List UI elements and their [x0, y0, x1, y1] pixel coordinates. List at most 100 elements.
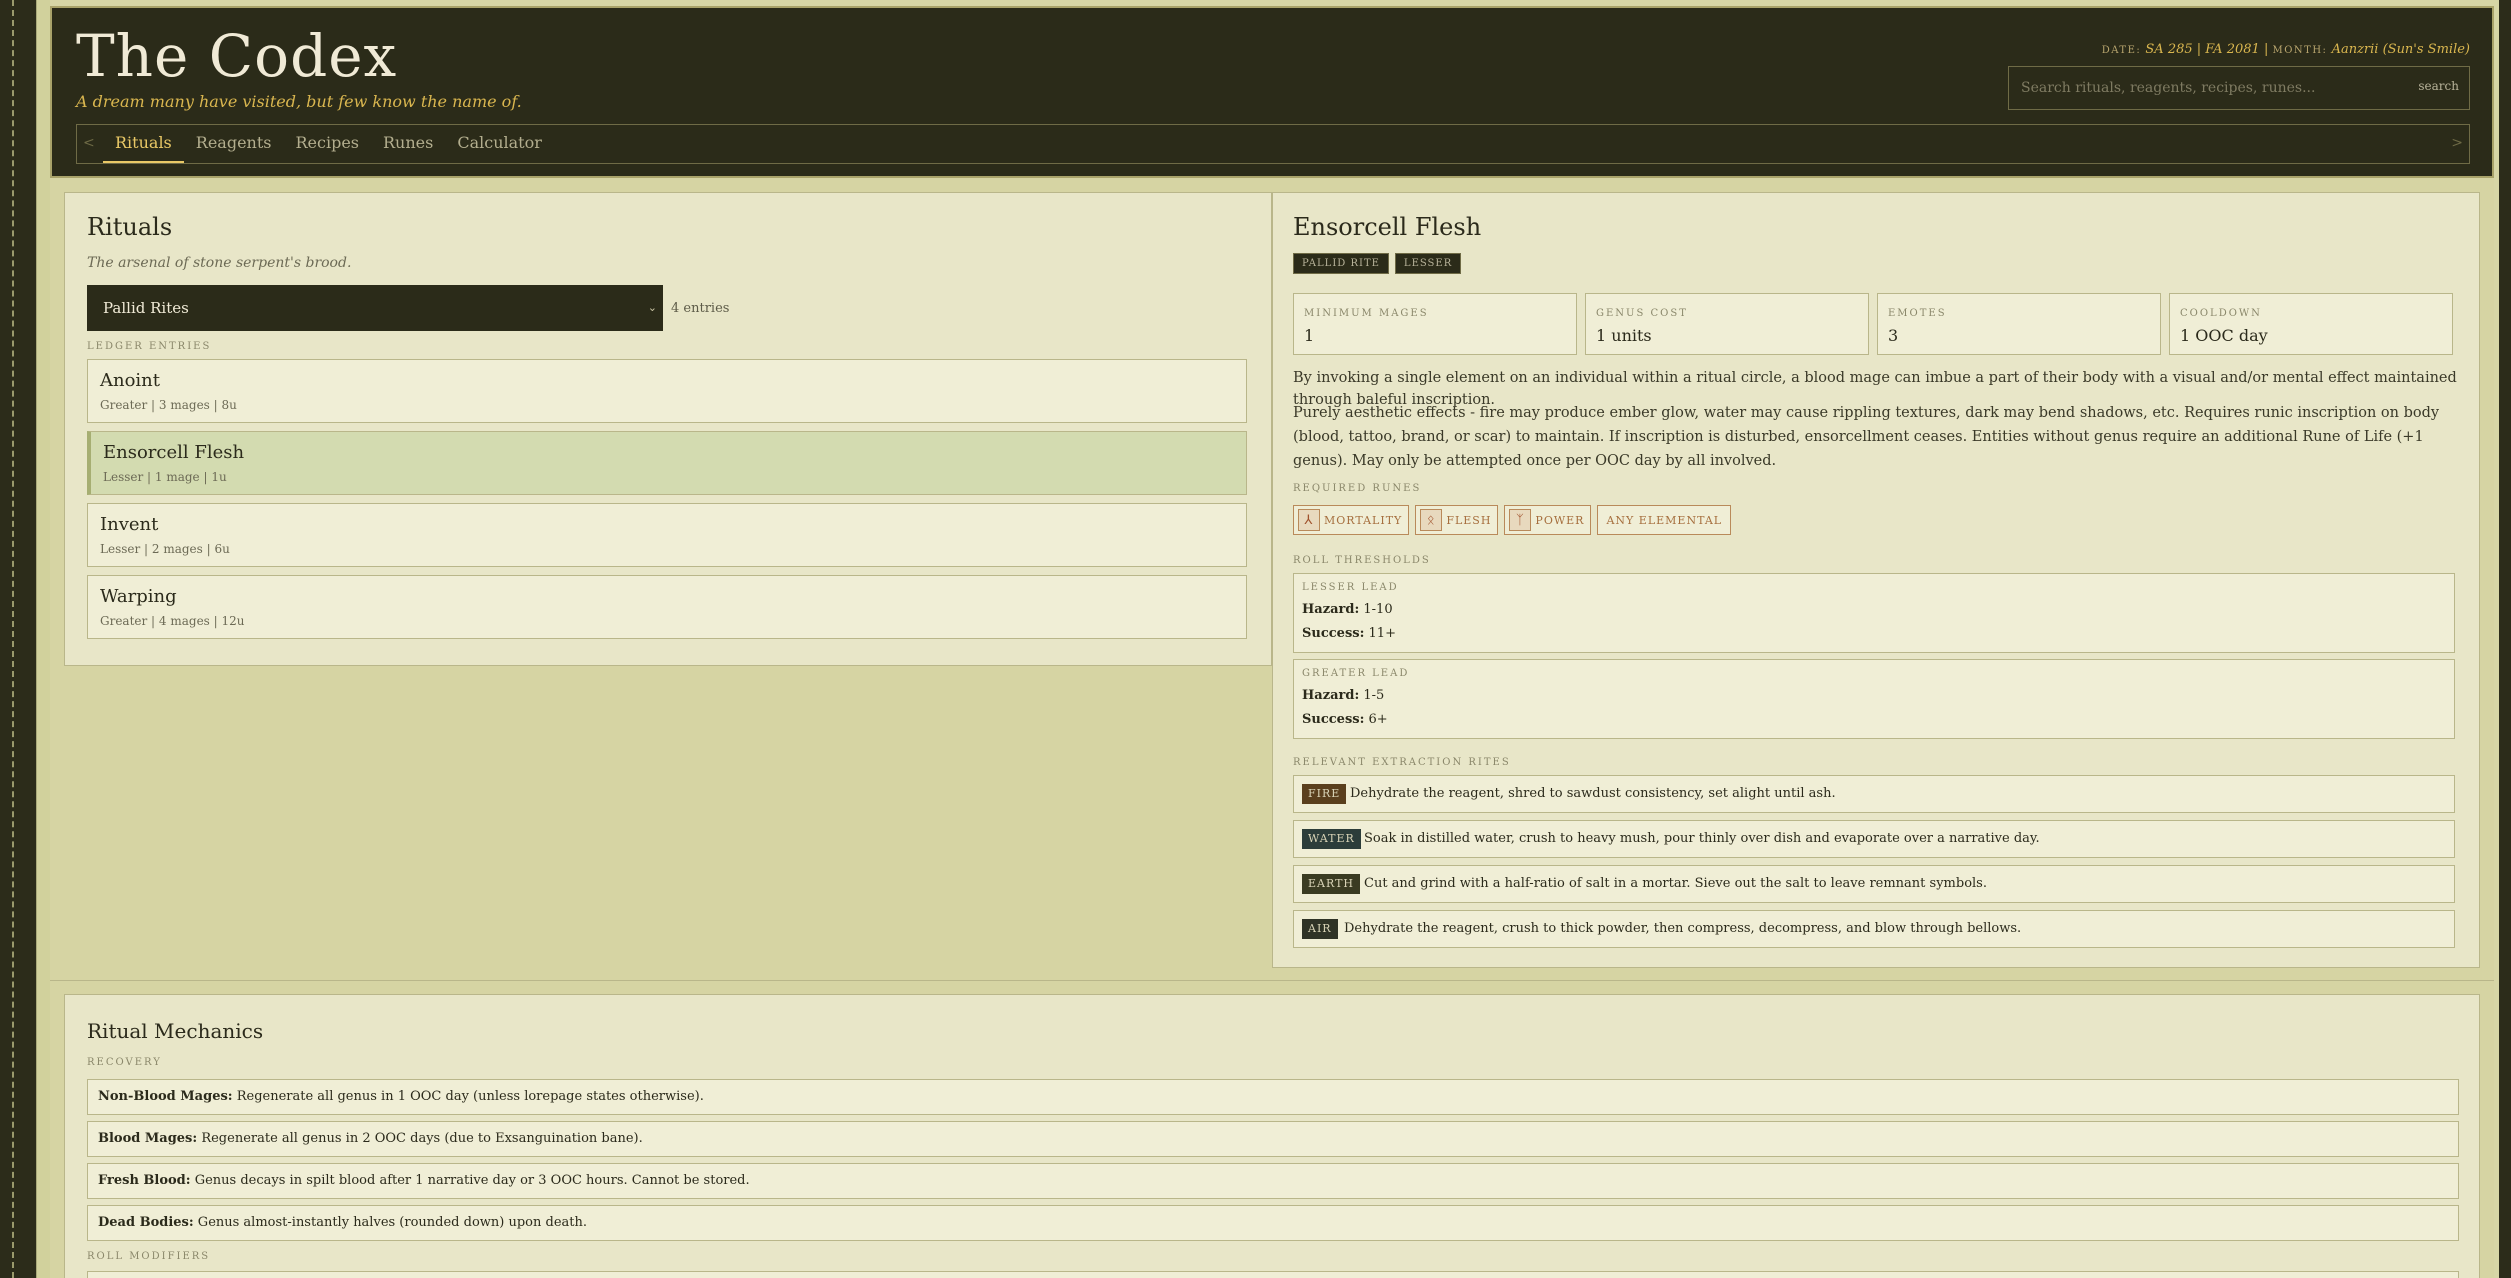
chevron-down-icon: ⌄ [647, 301, 657, 314]
date-month-readout: DATE: SA 285 | FA 2081 | MONTH: Aanzrii … [2102, 42, 2470, 57]
roll-thresholds-label: ROLL THRESHOLDS [1293, 555, 1431, 566]
required-runes: ⅄ MORTALITY ᛟ FLESH ᛉ POWER ANY ELEMENTA… [1293, 505, 1732, 535]
entry-name: Invent [100, 514, 159, 535]
success-label: Success: [1302, 712, 1365, 727]
threshold-label: LESSER LEAD [1302, 582, 1399, 593]
ritual-detail-panel: Ensorcell Flesh PALLID RITE LESSER MINIM… [1272, 192, 2480, 968]
stat-emotes: EMOTES 3 [1877, 293, 2161, 355]
stat-value: 1 OOC day [2180, 326, 2268, 345]
extraction-text: Dehydrate the reagent, crush to thick po… [1344, 921, 2022, 936]
stat-genus-cost: GENUS COST 1 units [1585, 293, 1869, 355]
power-rune-icon: ᛉ [1509, 509, 1532, 531]
success-line: Success: 11+ [1302, 626, 1396, 641]
extraction-rite-fire: FIRE Dehydrate the reagent, shred to saw… [1293, 775, 2455, 813]
hazard-label: Hazard: [1302, 688, 1360, 703]
nav-prev-arrow-icon[interactable]: < [83, 135, 95, 151]
success-line: Success: 6+ [1302, 712, 1388, 727]
stat-label: MINIMUM MAGES [1304, 308, 1429, 319]
roll-modifiers-label: ROLL MODIFIERS [87, 1251, 211, 1262]
extraction-text: Soak in distilled water, crush to heavy … [1364, 831, 2040, 846]
search-input[interactable] [2009, 67, 2409, 109]
list-panel-title: Rituals [87, 213, 173, 241]
row-label: Non-Blood Mages: [98, 1089, 233, 1104]
stat-value: 1 units [1596, 326, 1652, 345]
row-label: Blood Mages: [98, 1131, 198, 1146]
rune-chip-any-elemental[interactable]: ANY ELEMENTAL [1597, 505, 1732, 535]
entry-name: Anoint [100, 370, 161, 391]
category-select[interactable]: Pallid Rites ⌄ [87, 285, 663, 331]
tab-calculator[interactable]: Calculator [445, 125, 554, 163]
stat-minimum-mages: MINIMUM MAGES 1 [1293, 293, 1577, 355]
left-rail-edge [36, 0, 50, 1278]
search-button[interactable]: search [2418, 79, 2459, 93]
stat-value: 1 [1304, 326, 1315, 345]
tab-reagents[interactable]: Reagents [184, 125, 284, 163]
site-tagline: A dream many have visited, but few know … [76, 92, 522, 111]
rune-chip-mortality[interactable]: ⅄ MORTALITY [1293, 505, 1410, 535]
extraction-text: Dehydrate the reagent, shred to sawdust … [1350, 786, 1836, 801]
hazard-label: Hazard: [1302, 602, 1360, 617]
codex-frame: The Codex A dream many have visited, but… [50, 6, 2494, 1278]
list-item[interactable]: Invent Lesser | 2 mages | 6u [87, 503, 1247, 567]
mortality-rune-icon: ⅄ [1298, 509, 1320, 531]
month-value: Aanzrii (Sun's Smile) [2331, 42, 2470, 57]
date-label: DATE: [2101, 45, 2142, 56]
entry-meta: Greater | 4 mages | 12u [100, 614, 245, 628]
entry-name: Warping [100, 586, 177, 607]
required-runes-label: REQUIRED RUNES [1293, 483, 1422, 494]
entry-meta: Greater | 3 mages | 8u [100, 398, 237, 412]
tab-rituals[interactable]: Rituals [103, 125, 184, 163]
success-value: 11+ [1368, 626, 1396, 641]
row-text: Genus decays in spilt blood after 1 narr… [190, 1173, 750, 1188]
row-label: Fresh Blood: [98, 1173, 191, 1188]
search-box: search [2008, 66, 2470, 110]
list-item[interactable]: Anoint Greater | 3 mages | 8u [87, 359, 1247, 423]
list-item[interactable]: Warping Greater | 4 mages | 12u [87, 575, 1247, 639]
date-value: SA 285 | FA 2081 [2145, 42, 2260, 57]
stat-label: GENUS COST [1596, 308, 1688, 319]
detail-badges: PALLID RITE LESSER [1293, 253, 1462, 274]
hazard-value: 1-5 [1363, 688, 1385, 703]
row-text: Regenerate all genus in 1 OOC day (unles… [232, 1089, 704, 1104]
rune-name: FLESH [1446, 513, 1492, 527]
stat-label: COOLDOWN [2180, 308, 2262, 319]
entry-meta: Lesser | 1 mage | 1u [103, 470, 227, 484]
threshold-label: GREATER LEAD [1302, 668, 1410, 679]
extraction-rite-earth: EARTH Cut and grind with a half-ratio of… [1293, 865, 2455, 903]
recovery-label: RECOVERY [87, 1057, 162, 1068]
rune-chip-power[interactable]: ᛉ POWER [1504, 505, 1592, 535]
tab-recipes[interactable]: Recipes [283, 125, 371, 163]
left-rail [0, 0, 36, 1278]
success-label: Success: [1302, 626, 1365, 641]
rune-name: ANY ELEMENTAL [1606, 513, 1723, 527]
row-text: Regenerate all genus in 2 OOC days (due … [197, 1131, 643, 1146]
list-panel-subtitle: The arsenal of stone serpent's brood. [87, 255, 352, 271]
entry-count: 4 entries [671, 301, 730, 316]
extraction-rites-label: RELEVANT EXTRACTION RITES [1293, 757, 1511, 768]
recovery-row: Blood Mages: Regenerate all genus in 2 O… [87, 1121, 2459, 1157]
element-tag: EARTH [1302, 874, 1360, 894]
ledger-entries-label: LEDGER ENTRIES [87, 341, 212, 352]
recovery-row: Dead Bodies: Genus almost-instantly halv… [87, 1205, 2459, 1241]
site-header: The Codex A dream many have visited, but… [50, 6, 2494, 178]
tab-runes[interactable]: Runes [371, 125, 445, 163]
modifiers-row [87, 1271, 2459, 1278]
entry-name: Ensorcell Flesh [103, 442, 245, 463]
extraction-rite-water: WATER Soak in distilled water, crush to … [1293, 820, 2455, 858]
category-select-value: Pallid Rites [103, 299, 189, 317]
stat-value: 3 [1888, 326, 1899, 345]
rituals-list-panel: Rituals The arsenal of stone serpent's b… [64, 192, 1272, 666]
recovery-row: Fresh Blood: Genus decays in spilt blood… [87, 1163, 2459, 1199]
stats-row: MINIMUM MAGES 1 GENUS COST 1 units EMOTE… [1293, 293, 2453, 355]
element-tag: FIRE [1302, 784, 1347, 804]
stat-cooldown: COOLDOWN 1 OOC day [2169, 293, 2453, 355]
tier-badge: LESSER [1394, 253, 1462, 274]
hazard-line: Hazard: 1-10 [1302, 602, 1393, 617]
row-text: Genus almost-instantly halves (rounded d… [193, 1215, 588, 1230]
section-divider [50, 980, 2494, 981]
list-item-selected[interactable]: Ensorcell Flesh Lesser | 1 mage | 1u [87, 431, 1247, 495]
rune-chip-flesh[interactable]: ᛟ FLESH [1415, 505, 1499, 535]
hazard-line: Hazard: 1-5 [1302, 688, 1384, 703]
flesh-rune-icon: ᛟ [1420, 509, 1443, 531]
nav-next-arrow-icon[interactable]: > [2451, 135, 2463, 151]
